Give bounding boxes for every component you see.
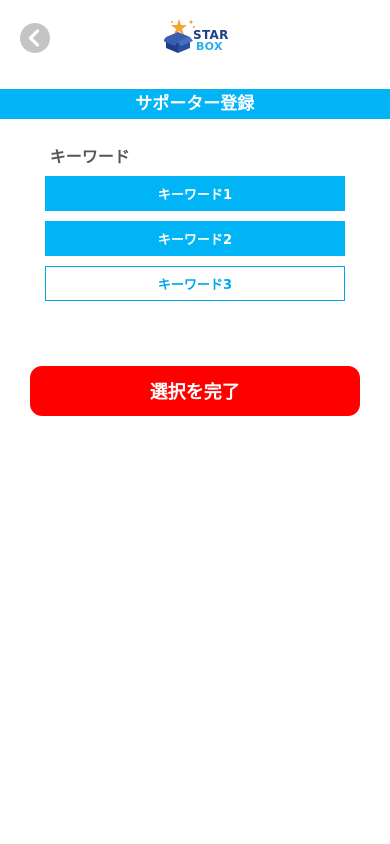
keyword-option-2[interactable]: キーワード2 (45, 221, 345, 256)
logo-box-text: BOX (196, 40, 223, 53)
starbox-logo: STAR BOX (164, 18, 228, 58)
app-header: STAR BOX (0, 0, 390, 88)
complete-selection-button[interactable]: 選択を完了 (30, 366, 360, 416)
keyword-option-1[interactable]: キーワード1 (45, 176, 345, 211)
keyword-option-3[interactable]: キーワード3 (45, 266, 345, 301)
page-title-bar: サポーター登録 (0, 89, 390, 119)
page-title: サポーター登録 (135, 94, 255, 114)
back-button[interactable] (20, 23, 50, 53)
chevron-left-icon (28, 29, 40, 47)
keyword-section-label: キーワード (50, 147, 131, 166)
